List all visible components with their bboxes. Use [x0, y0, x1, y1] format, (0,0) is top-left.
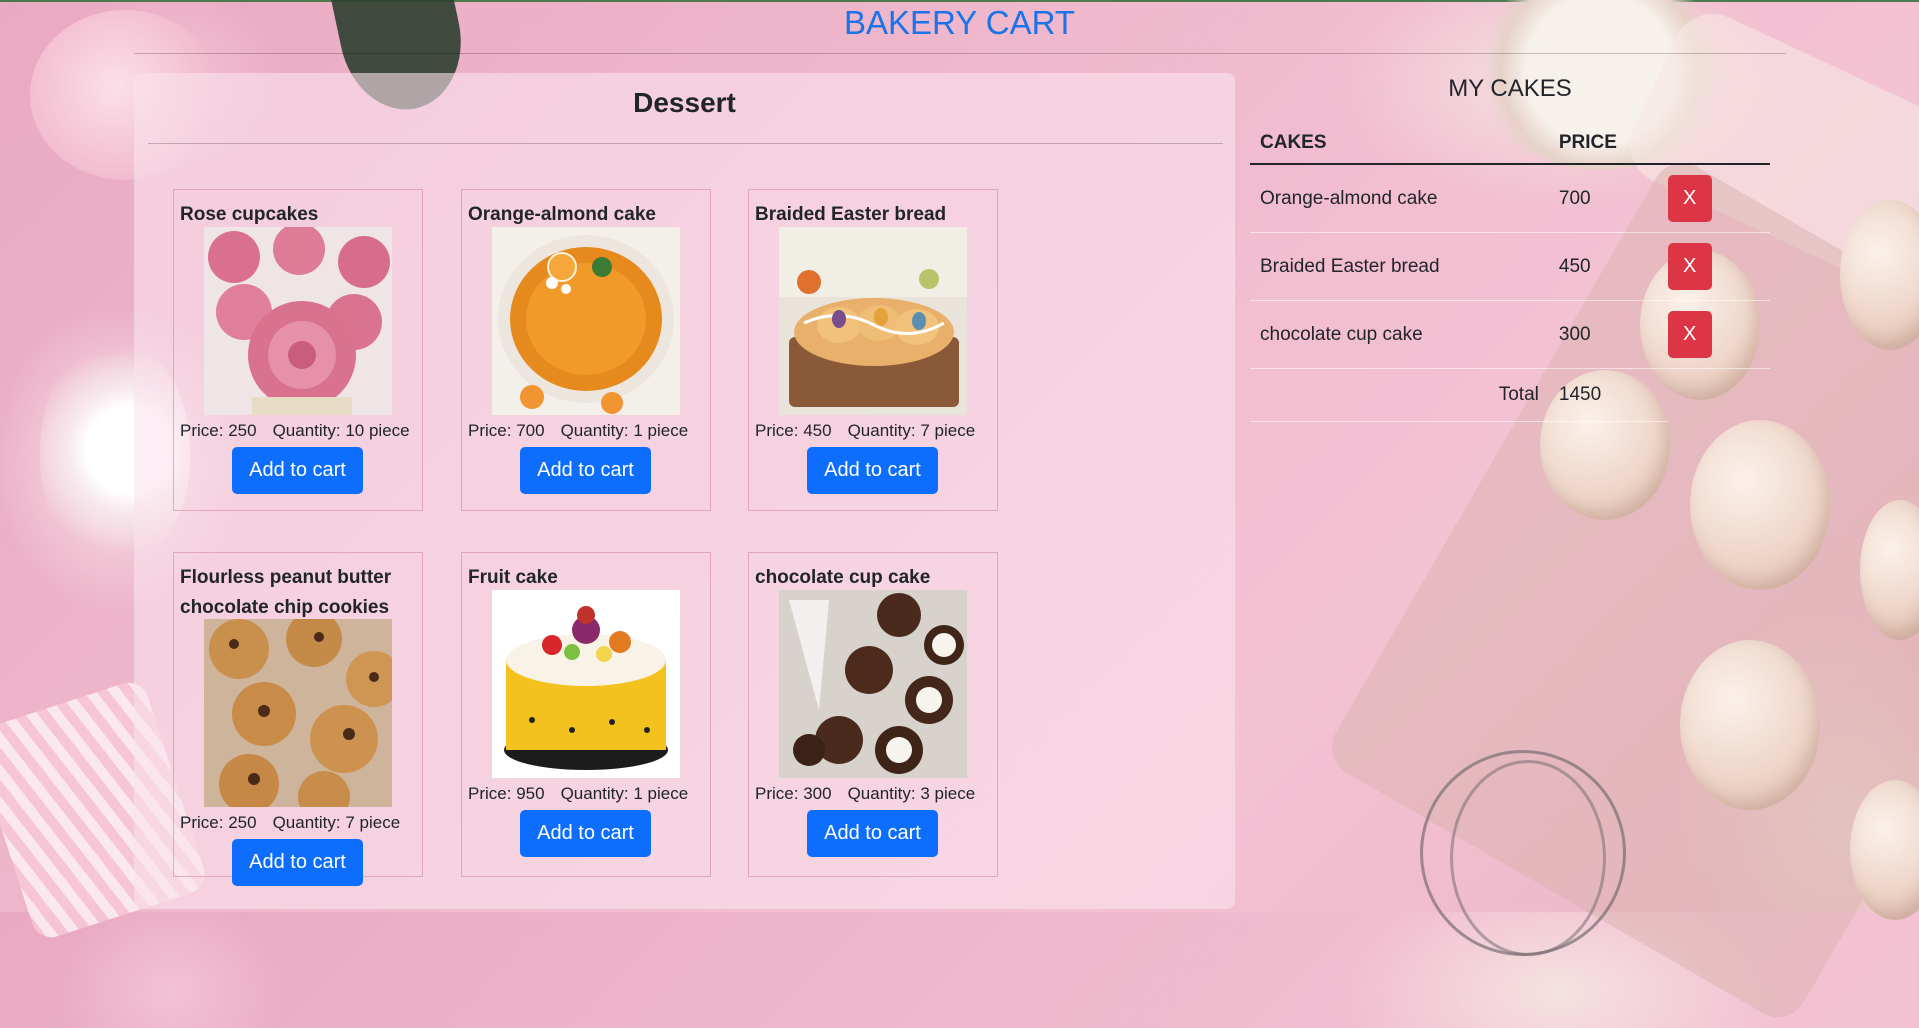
- product-name: Flourless peanut butter chocolate chip c…: [180, 567, 392, 618]
- fruit-cake-image: [492, 590, 680, 778]
- product-meta: Price: 450 Quantity: 7 piece: [755, 421, 999, 441]
- cart-item-name: chocolate cup cake: [1250, 300, 1549, 369]
- product-card: chocolate cup cake Price: 300 Quantity: 3…: [748, 552, 998, 877]
- price-label: Price:: [468, 421, 517, 440]
- quantity-label: Quantity:: [847, 421, 921, 440]
- product-name: Rose cupcakes: [180, 204, 319, 225]
- product-card: Braided Easter bread Price: 450 Quantity:…: [748, 189, 998, 511]
- product-card: Flourless peanut butter chocolate chip c…: [173, 552, 424, 886]
- price-label: Price:: [180, 813, 229, 832]
- background-egg: [1860, 500, 1919, 640]
- remove-item-button[interactable]: X: [1667, 243, 1712, 290]
- cart-table: CAKES PRICE Orange-almond cake 700 X Bra…: [1250, 122, 1770, 422]
- add-to-cart-button[interactable]: Add to cart: [807, 810, 938, 857]
- product-meta: Price: 300 Quantity: 3 piece: [755, 784, 999, 804]
- price-value: 950: [516, 784, 545, 803]
- dessert-panel: Dessert Rose cupcakes Price: 250 Quantity…: [134, 73, 1235, 909]
- product-card: Fruit cake Price: 950 Quantity: 1 piece A…: [461, 552, 711, 877]
- column-header-cakes: CAKES: [1250, 122, 1549, 165]
- cart-item-action: X: [1667, 300, 1770, 369]
- quantity-label: Quantity:: [560, 784, 634, 803]
- column-header-action: [1667, 122, 1770, 165]
- cart-item-price: 300: [1548, 300, 1668, 369]
- dessert-heading: Dessert: [633, 87, 736, 118]
- price-label: Price:: [755, 784, 804, 803]
- add-to-cart-button[interactable]: Add to cart: [520, 447, 651, 494]
- remove-item-button[interactable]: X: [1667, 311, 1712, 358]
- quantity-label: Quantity:: [272, 813, 346, 832]
- quantity-value: 7 piece: [345, 813, 401, 832]
- quantity-label: Quantity:: [272, 421, 346, 440]
- cart-total-row: Total 1450: [1250, 368, 1770, 422]
- product-meta: Price: 250 Quantity: 7 piece: [180, 813, 424, 833]
- product-meta: Price: 250 Quantity: 10 piece: [180, 421, 424, 441]
- cart-row: Braided Easter bread 450 X: [1250, 232, 1770, 301]
- header-divider: [134, 53, 1786, 54]
- cart-item-action: X: [1667, 232, 1770, 301]
- cart-item-action: X: [1667, 164, 1770, 233]
- background-egg: [1850, 780, 1919, 920]
- quantity-value: 7 piece: [920, 421, 976, 440]
- quantity-value: 3 piece: [920, 784, 976, 803]
- product-meta: Price: 700 Quantity: 1 piece: [468, 421, 712, 441]
- total-label: Total: [1250, 368, 1549, 422]
- cart-header-row: CAKES PRICE: [1250, 122, 1770, 165]
- quantity-label: Quantity:: [847, 784, 921, 803]
- price-value: 250: [228, 421, 257, 440]
- cookies-image: [204, 619, 392, 807]
- price-value: 450: [803, 421, 832, 440]
- quantity-label: Quantity:: [560, 421, 634, 440]
- page-title: BAKERY CART: [843, 4, 1076, 41]
- price-value: 250: [228, 813, 257, 832]
- product-name: Braided Easter bread: [755, 204, 947, 225]
- total-spacer: [1668, 369, 1770, 422]
- product-name: chocolate cup cake: [755, 567, 931, 588]
- price-label: Price:: [468, 784, 517, 803]
- total-value: 1450: [1548, 368, 1668, 422]
- cart-item-name: Orange-almond cake: [1250, 164, 1549, 233]
- top-border: [0, 0, 1919, 2]
- rose-cupcakes-image: [204, 227, 392, 415]
- background-egg: [1840, 200, 1919, 350]
- cart-item-price: 700: [1548, 164, 1668, 233]
- price-value: 700: [516, 421, 545, 440]
- quantity-value: 1 piece: [633, 421, 689, 440]
- orange-almond-cake-image: [492, 227, 680, 415]
- cart-item-name: Braided Easter bread: [1250, 232, 1549, 301]
- price-label: Price:: [180, 421, 229, 440]
- background-egg: [1690, 420, 1830, 590]
- product-name: Fruit cake: [468, 567, 558, 588]
- product-meta: Price: 950 Quantity: 1 piece: [468, 784, 712, 804]
- quantity-value: 10 piece: [345, 421, 410, 440]
- chocolate-cupcakes-image: [779, 590, 967, 778]
- cart-title: MY CAKES: [1448, 75, 1572, 102]
- product-card: Rose cupcakes Price: 250 Quantity: 10 pie…: [173, 189, 423, 511]
- cart-row: Orange-almond cake 700 X: [1250, 164, 1770, 233]
- price-label: Price:: [755, 421, 804, 440]
- add-to-cart-button[interactable]: Add to cart: [232, 447, 363, 494]
- background-egg: [1680, 640, 1820, 810]
- cart-row: chocolate cup cake 300 X: [1250, 300, 1770, 369]
- add-to-cart-button[interactable]: Add to cart: [232, 839, 363, 886]
- product-card: Orange-almond cake Price: 700 Quantity: 1…: [461, 189, 711, 511]
- remove-item-button[interactable]: X: [1667, 175, 1712, 222]
- column-header-price: PRICE: [1548, 122, 1668, 165]
- dessert-divider: [148, 143, 1223, 144]
- product-name: Orange-almond cake: [468, 204, 656, 225]
- price-value: 300: [803, 784, 832, 803]
- quantity-value: 1 piece: [633, 784, 689, 803]
- braided-easter-bread-image: [779, 227, 967, 415]
- add-to-cart-button[interactable]: Add to cart: [520, 810, 651, 857]
- add-to-cart-button[interactable]: Add to cart: [807, 447, 938, 494]
- background-whisk: [1420, 750, 1626, 956]
- background-whisk: [1450, 760, 1606, 956]
- cart-item-price: 450: [1548, 232, 1668, 301]
